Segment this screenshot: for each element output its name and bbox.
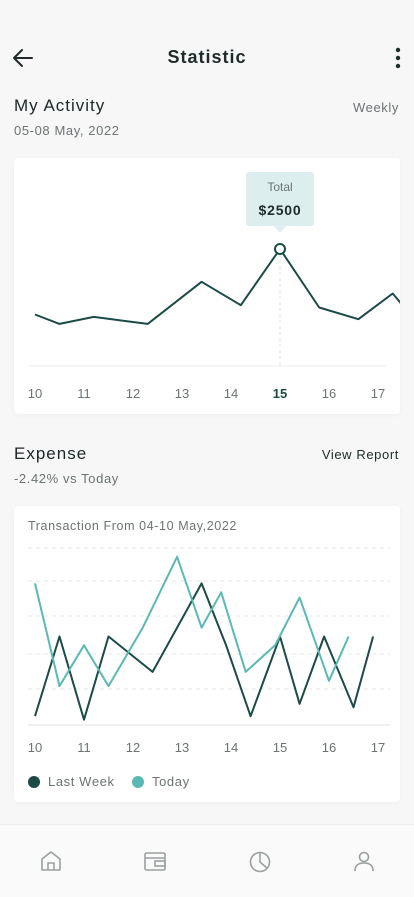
home-icon[interactable] (37, 847, 65, 875)
x-tick-label: 10 (28, 386, 42, 401)
x-tick-label: 16 (322, 740, 336, 755)
legend-label-today: Today (152, 774, 190, 789)
legend-last-week: Last Week (28, 774, 115, 789)
view-report-link[interactable]: View Report (322, 447, 399, 462)
pie-chart-icon[interactable] (246, 847, 274, 875)
expense-chart-card: Transaction From 04-10 May,2022 10 11 12 13 1… (14, 506, 400, 802)
x-tick-label: 11 (77, 386, 91, 401)
x-tick-label: 13 (175, 386, 189, 401)
x-tick-label: 13 (175, 740, 189, 755)
wallet-icon[interactable] (141, 847, 169, 875)
legend-dot-today (132, 775, 144, 788)
period-selector[interactable]: Weekly (353, 100, 399, 115)
bottom-nav (0, 824, 414, 897)
header: Statistic (0, 0, 414, 110)
x-tick-label: 12 (126, 740, 140, 755)
series-line-last-week (34, 582, 375, 721)
tooltip-label: Total (267, 180, 292, 194)
series-line-today (34, 555, 350, 688)
tooltip-value: $2500 (259, 202, 302, 218)
page-title: Statistic (167, 47, 247, 67)
legend-today: Today (132, 774, 190, 789)
expense-chart: Transaction From 04-10 May,2022 10 11 12 13 1… (28, 519, 390, 755)
legend-dot-last-week (28, 775, 40, 788)
tooltip-arrow (274, 226, 286, 233)
more-vertical-icon[interactable] (390, 44, 406, 72)
x-tick-label: 14 (224, 740, 238, 755)
x-tick-label: 14 (224, 386, 238, 401)
x-tick-label: 15 (273, 386, 287, 401)
x-tick-label: 15 (273, 740, 287, 755)
expense-subtitle: -2.42% vs Today (14, 471, 119, 486)
activity-chart-card: Total $2500 10 11 12 13 14 15 16 17 (14, 158, 400, 414)
x-tick-label: 16 (322, 386, 336, 401)
profile-icon[interactable] (350, 847, 378, 875)
x-tick-label: 10 (28, 740, 42, 755)
legend-label-last-week: Last Week (48, 774, 115, 789)
activity-chart: Total $2500 10 11 12 13 14 15 16 17 (28, 172, 400, 401)
activity-title: My Activity (14, 96, 106, 115)
x-tick-label: 11 (77, 740, 91, 755)
activity-date: 05-08 May, 2022 (14, 123, 120, 138)
expense-card-title: Transaction From 04-10 May,2022 (28, 519, 237, 533)
expense-title: Expense (14, 444, 88, 463)
series-line (34, 248, 400, 325)
x-tick-label: 12 (126, 386, 140, 401)
x-tick-label: 17 (371, 386, 385, 401)
highlight-point (274, 243, 286, 255)
x-tick-label: 17 (371, 740, 385, 755)
